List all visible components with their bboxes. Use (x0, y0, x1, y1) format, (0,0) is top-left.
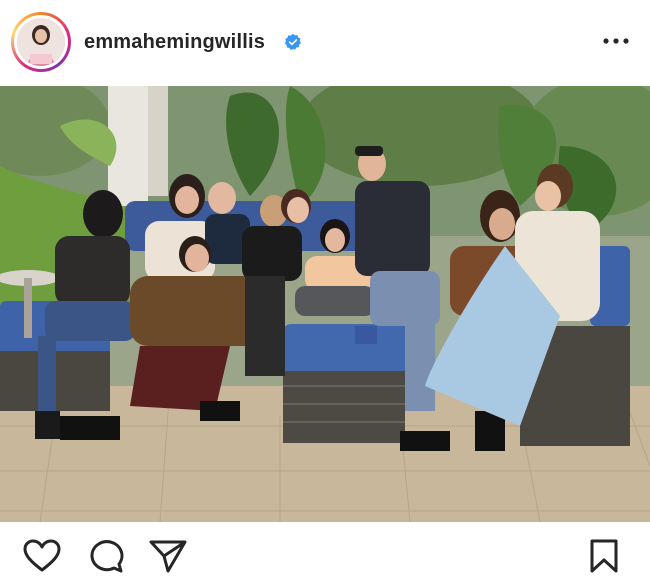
username[interactable]: emmahemingwillis (84, 31, 265, 54)
post-header: emmahemingwillis (0, 0, 650, 86)
avatar-image (17, 18, 65, 66)
bookmark-icon[interactable] (586, 539, 626, 573)
post-actions (0, 522, 650, 586)
send-icon[interactable] (148, 539, 188, 573)
family-group-photo (0, 86, 650, 522)
verified-badge-icon (284, 33, 301, 50)
heart-icon[interactable] (22, 539, 62, 573)
avatar[interactable] (11, 12, 71, 72)
comment-icon[interactable] (86, 539, 126, 573)
more-options-icon[interactable] (602, 36, 630, 46)
avatar-picture (17, 18, 65, 66)
post-photo[interactable] (0, 86, 650, 522)
avatar-ring-gap (14, 15, 68, 69)
